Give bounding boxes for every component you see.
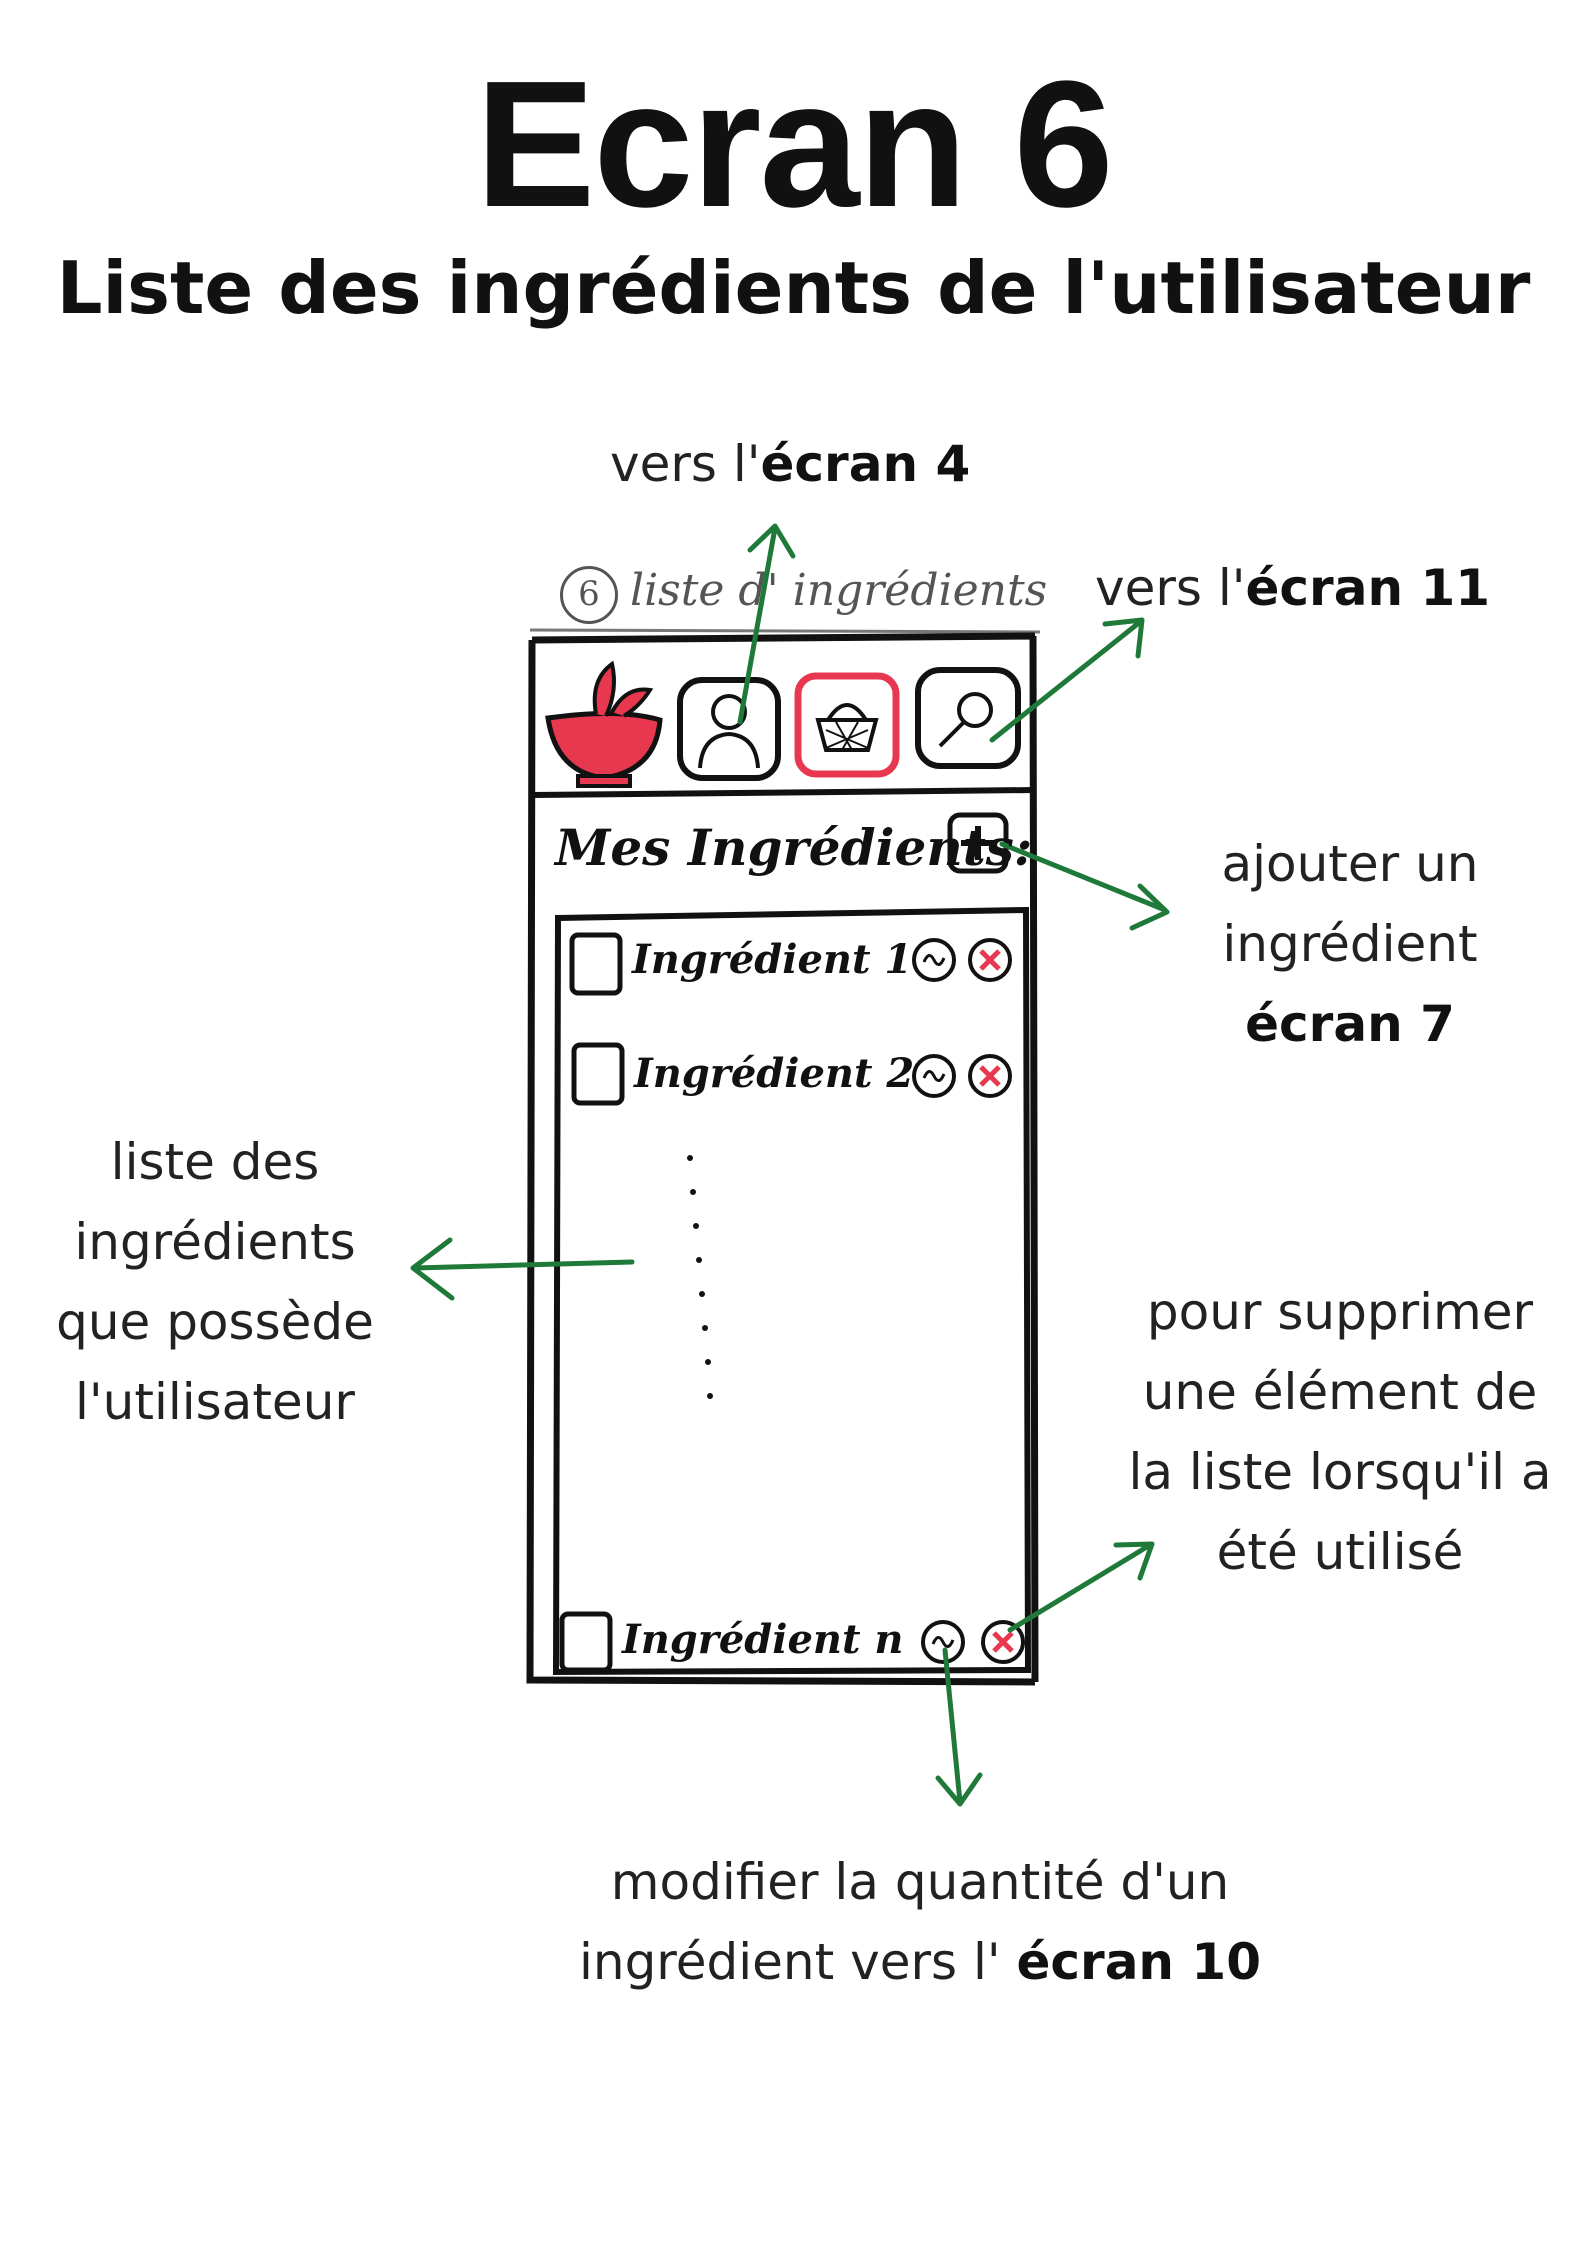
basket-icon bbox=[815, 718, 879, 752]
checkbox[interactable] bbox=[571, 1042, 625, 1106]
list-item-1-label: Ingrédient 1 bbox=[632, 936, 913, 983]
wireframe-sketch bbox=[410, 523, 1170, 1807]
list-item-n-label: Ingrédient n bbox=[622, 1616, 904, 1663]
list-item-2-label: Ingrédient 2 bbox=[634, 1050, 915, 1097]
checkbox[interactable] bbox=[569, 932, 623, 996]
annotation-arrows bbox=[410, 523, 1170, 1807]
caption-rule bbox=[529, 628, 1041, 634]
profile-button[interactable] bbox=[677, 677, 781, 781]
ellipsis-dots bbox=[687, 1155, 713, 1399]
basket-button[interactable] bbox=[794, 672, 900, 778]
arrow-ingredient-list bbox=[410, 1237, 635, 1301]
nav-separator bbox=[531, 787, 1036, 798]
search-button[interactable] bbox=[915, 667, 1021, 769]
logo-bowl-icon bbox=[545, 660, 663, 788]
ingredient-list-box bbox=[552, 906, 1032, 1676]
my-ingredients-heading: Mes Ingrédients: bbox=[555, 818, 1033, 877]
checkbox[interactable] bbox=[559, 1611, 613, 1673]
